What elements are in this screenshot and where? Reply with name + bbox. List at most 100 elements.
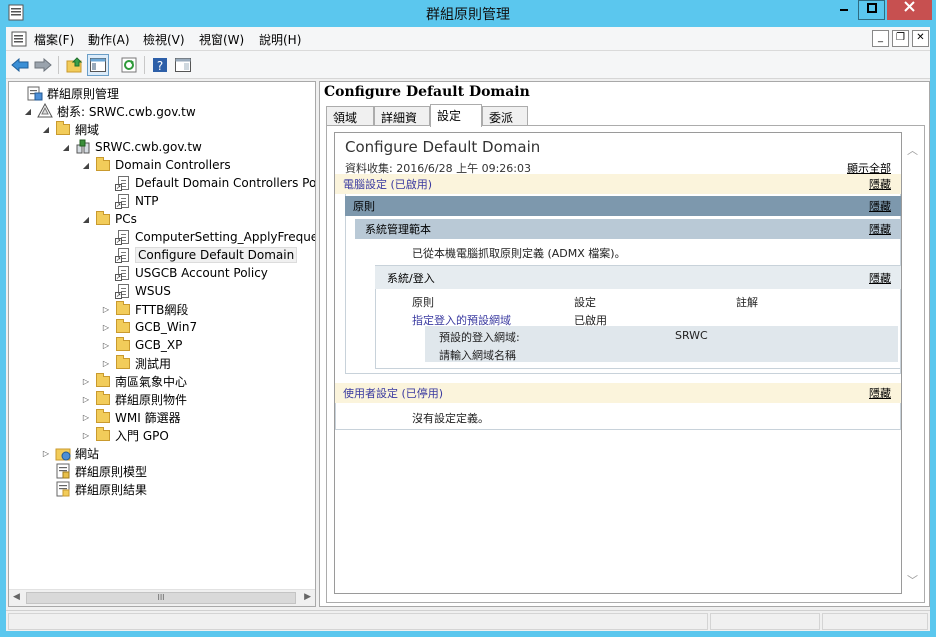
tree-item[interactable]: 群組原則管理	[13, 84, 119, 102]
hide-link-computer[interactable]: 隱藏	[869, 176, 891, 192]
tree-item[interactable]: ◢ SRWC.cwb.gov.tw	[61, 138, 202, 156]
menu-help[interactable]: 說明(H)	[259, 31, 301, 48]
up-level-button[interactable]	[64, 54, 86, 76]
forward-button[interactable]	[32, 54, 54, 76]
tree-item[interactable]: 群組原則模型	[41, 462, 147, 480]
tab-settings[interactable]: 設定	[430, 104, 482, 127]
tree-item-label: WMI 篩選器	[115, 410, 181, 425]
tree-item[interactable]: ▷ 南區氣象中心	[81, 372, 187, 390]
menu-window[interactable]: 視窗(W)	[199, 31, 244, 48]
tree-item[interactable]: ↗ NTP	[101, 192, 159, 210]
expand-icon[interactable]: ▷	[101, 305, 111, 314]
folder-icon	[115, 337, 131, 353]
tab-details[interactable]: 詳細資料	[374, 106, 430, 142]
report-vertical-scrollbar[interactable]: ︿ ﹀	[904, 132, 922, 594]
report-title: Configure Default Domain	[345, 138, 541, 156]
tree-item[interactable]: ▷ 入門 GPO	[81, 426, 169, 444]
tree-item-label: 群組原則管理	[47, 86, 120, 101]
tab-scope[interactable]: 領域	[326, 106, 374, 126]
tree-item[interactable]: ↗ ComputerSetting_ApplyFrequency	[101, 228, 315, 246]
scroll-right-icon[interactable]: ▶	[304, 592, 311, 602]
console-icon[interactable]	[11, 31, 27, 47]
expand-icon[interactable]: ▷	[81, 395, 91, 404]
gpo-link-icon: ↗	[115, 265, 131, 281]
minimize-button[interactable]	[830, 0, 857, 20]
back-button[interactable]	[9, 54, 31, 76]
tree-item[interactable]: ▷ FTTB網段	[101, 300, 188, 318]
horizontal-scrollbar[interactable]: ◀ III ▶	[9, 589, 315, 606]
tree-item[interactable]: ▷ 網站	[41, 444, 99, 462]
minimize-icon	[839, 9, 848, 11]
policies-header[interactable]: 原則 隱藏	[345, 196, 901, 216]
close-button[interactable]	[887, 0, 932, 20]
hide-link-admin-templates[interactable]: 隱藏	[869, 221, 891, 237]
collapse-icon[interactable]: ◢	[61, 143, 71, 152]
hide-link-system-logon[interactable]: 隱藏	[869, 270, 891, 286]
tree-item[interactable]: ▷ 測試用	[101, 354, 171, 372]
toolbar-separator-2	[144, 56, 145, 74]
tree-item-label: 南區氣象中心	[115, 374, 188, 389]
expand-icon[interactable]: ▷	[81, 413, 91, 422]
expand-icon[interactable]: ▷	[101, 341, 111, 350]
tree-item[interactable]: ↗ USGCB Account Policy	[101, 264, 268, 282]
child-close-button[interactable]: ✕	[912, 30, 929, 47]
folder-up-icon	[66, 57, 83, 73]
tree-item[interactable]: ◢ 樹系: SRWC.cwb.gov.tw	[23, 102, 196, 120]
collapse-icon[interactable]: ◢	[81, 161, 91, 170]
scroll-down-icon[interactable]: ﹀	[907, 572, 918, 588]
model-icon	[55, 463, 71, 479]
tree-item[interactable]: ▷ GCB_XP	[101, 336, 182, 354]
tree-item-label: PCs	[115, 212, 137, 226]
collapse-icon[interactable]: ◢	[41, 125, 51, 134]
show-hide-tree-button[interactable]	[87, 54, 109, 76]
tree-item[interactable]: ▷ GCB_Win7	[101, 318, 197, 336]
tree-item-label: ComputerSetting_ApplyFrequency	[135, 230, 315, 244]
menu-action[interactable]: 動作(A)	[88, 31, 130, 48]
tree-item[interactable]: ▷ WMI 篩選器	[81, 408, 181, 426]
collapse-icon[interactable]: ◢	[23, 107, 33, 116]
tree-item[interactable]: ◢ PCs	[81, 210, 137, 228]
scroll-left-icon[interactable]: ◀	[13, 592, 20, 602]
help-button[interactable]: ?	[149, 54, 171, 76]
tree-item[interactable]: 群組原則結果	[41, 480, 147, 498]
tree-item-label: 群組原則結果	[75, 482, 148, 497]
folder-icon	[115, 319, 131, 335]
maximize-button[interactable]	[858, 0, 885, 20]
properties-pane-button[interactable]	[172, 54, 194, 76]
menu-file[interactable]: 檔案(F)	[34, 31, 74, 48]
scroll-up-icon[interactable]: ︿	[907, 142, 918, 158]
back-arrow-icon	[11, 58, 29, 72]
scroll-thumb[interactable]: III	[26, 592, 296, 604]
expand-icon[interactable]: ▷	[41, 449, 51, 458]
admin-templates-header[interactable]: 系統管理範本 隱藏	[355, 219, 901, 239]
child-minimize-button[interactable]: _	[872, 30, 889, 47]
tree-item[interactable]: ↗ Default Domain Controllers Policy	[101, 174, 315, 192]
collapse-icon[interactable]: ◢	[81, 215, 91, 224]
refresh-button[interactable]	[118, 54, 140, 76]
expand-icon[interactable]: ▷	[81, 377, 91, 386]
tree-item[interactable]: ◢ Domain Controllers	[81, 156, 231, 174]
svg-text:?: ?	[157, 59, 163, 73]
close-icon	[904, 1, 915, 12]
expand-icon[interactable]: ▷	[81, 431, 91, 440]
title-bar[interactable]: 群組原則管理	[0, 0, 936, 26]
tab-delegation[interactable]: 委派	[482, 106, 528, 126]
expand-icon[interactable]: ▷	[101, 359, 111, 368]
hide-link-policies[interactable]: 隱藏	[869, 198, 891, 214]
tree-item[interactable]: ↗ Configure Default Domain	[101, 246, 298, 264]
expand-icon[interactable]: ▷	[101, 323, 111, 332]
tree-item[interactable]: ◢ 網域	[41, 120, 99, 138]
admx-note: 已從本機電腦抓取原則定義 (ADMX 檔案)。	[412, 247, 626, 260]
system-logon-header[interactable]: 系統/登入 隱藏	[375, 265, 901, 289]
user-config-header[interactable]: 使用者設定 (已停用) 隱藏	[335, 383, 901, 403]
child-restore-button[interactable]: ❐	[892, 30, 909, 47]
hide-link-user[interactable]: 隱藏	[869, 385, 891, 401]
settings-report: Configure Default Domain 資料收集: 2016/6/28…	[334, 132, 902, 594]
console-tree[interactable]: 群組原則管理 ◢ 樹系: SRWC.cwb.gov.tw ◢ 網域 ◢ SRWC.cwb.g…	[8, 81, 316, 607]
window-title: 群組原則管理	[426, 7, 510, 23]
tree-item[interactable]: ↗ WSUS	[101, 282, 171, 300]
menu-view[interactable]: 檢視(V)	[143, 31, 185, 48]
tree-item[interactable]: ▷ 群組原則物件	[81, 390, 187, 408]
policies-label: 原則	[353, 200, 375, 213]
computer-config-header[interactable]: 電腦設定 (已啟用) 隱藏	[335, 174, 901, 194]
